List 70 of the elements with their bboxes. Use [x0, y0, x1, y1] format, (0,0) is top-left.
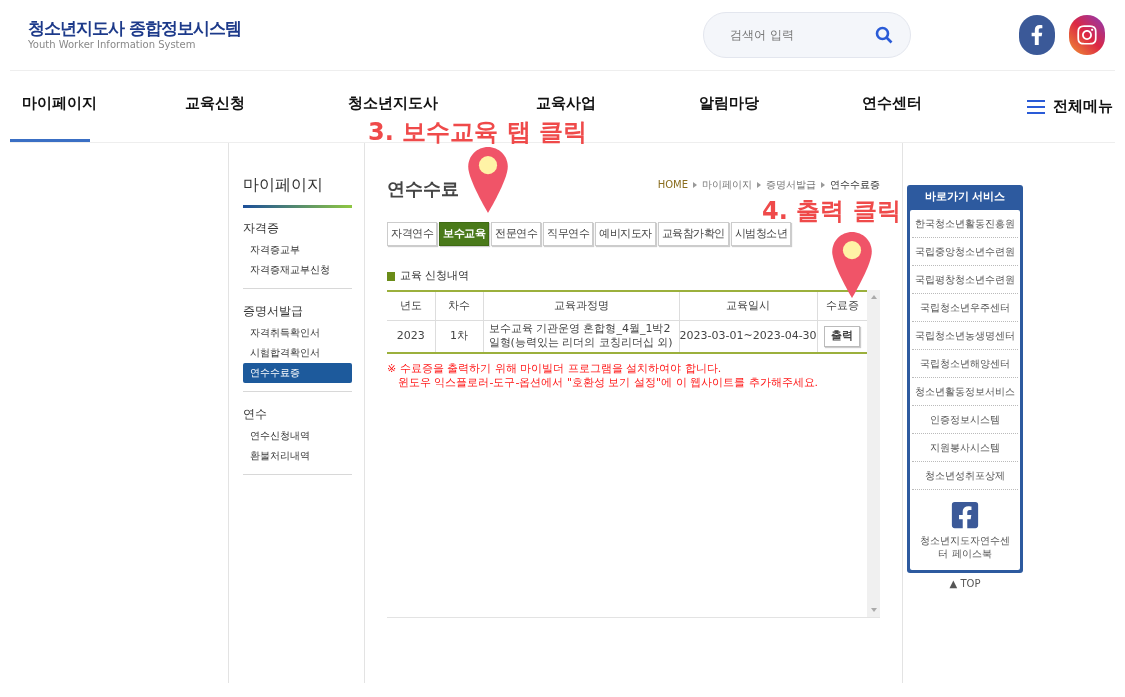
site-logo-subtitle: Youth Worker Information System [28, 39, 197, 52]
sidebar-group-label: 증명서발급 [243, 303, 304, 320]
nav-menu-item[interactable]: 청소년지도사 [342, 93, 444, 113]
sidebar-item[interactable]: 연수신청내역 [243, 426, 352, 446]
breadcrumb-link[interactable]: 증명서발급 [766, 177, 816, 192]
quick-menu-link[interactable]: 한국청소년활동진흥원 [915, 215, 1015, 231]
sidebar-item[interactable]: 연수수료증 [243, 363, 352, 383]
notice-text: 윈도우 익스플로러-도구-옵션에서 "호환성 보기 설정"에 이 웹사이트를 추가해주세요. [397, 375, 820, 390]
category-tab[interactable]: 보수교육 [439, 222, 489, 246]
category-tab[interactable]: 자격연수 [387, 222, 437, 246]
facebook-icon[interactable] [1019, 15, 1055, 55]
sidebar-item[interactable]: 자격취득확인서 [243, 323, 352, 343]
category-tab[interactable]: 전문연수 [491, 222, 541, 246]
category-tab[interactable]: 교육참가확인 [657, 222, 729, 246]
nav-menu-item[interactable]: 연수센터 [856, 93, 928, 113]
print-button[interactable]: 출력 [824, 326, 861, 347]
nav-menu-item[interactable]: 마이페이지 [16, 93, 103, 113]
nav-menu-item[interactable]: 교육신청 [179, 93, 251, 113]
breadcrumb-link[interactable]: 연수수료증 [830, 177, 880, 192]
column-header: 교육일시 [679, 290, 818, 321]
category-tab[interactable]: 예비지도자 [595, 222, 656, 246]
menu-icon[interactable] [1027, 98, 1045, 115]
sidebar-item[interactable]: 자격증재교부신청 [243, 260, 352, 280]
nav-menu-item[interactable]: 교육사업 [530, 93, 602, 113]
table-cell: 2023-03-01~2023-04-30 [679, 320, 818, 353]
table-cell: 2023 [387, 320, 435, 353]
quick-menu-link[interactable]: 국립청소년우주센터 [920, 299, 1010, 315]
column-header: 년도 [387, 290, 435, 321]
sidebar-title: 마이페이지 [243, 174, 324, 196]
all-menu-link[interactable]: 전체메뉴 [1053, 95, 1113, 118]
breadcrumb-separator-icon [757, 181, 761, 188]
sidebar-item[interactable]: 자격증교부 [243, 240, 352, 260]
breadcrumb-separator-icon [821, 181, 825, 188]
quick-menu-link[interactable]: 국립중앙청소년수련원 [915, 243, 1015, 259]
breadcrumb-link[interactable]: 마이페이지 [702, 177, 752, 192]
page-title: 연수수료 [387, 177, 459, 201]
column-header: 차수 [435, 290, 483, 321]
breadcrumb-separator-icon [693, 181, 697, 188]
column-header: 수료증 [817, 290, 868, 321]
quick-menu-link[interactable]: 인증정보시스템 [930, 411, 1000, 427]
search-icon[interactable] [875, 26, 893, 44]
category-tab[interactable]: 시범청소년 [730, 222, 791, 246]
search-field[interactable]: 검색어 입력 [703, 12, 911, 58]
breadcrumb-link[interactable]: HOME [657, 177, 688, 192]
sidebar-item[interactable]: 시험합격확인서 [243, 343, 352, 363]
quick-menu-link[interactable]: 청소년활동정보서비스 [915, 383, 1015, 399]
site-logo-title[interactable]: 청소년지도사 종합정보시스템 [28, 18, 241, 40]
sidebar-item[interactable]: 환불처리내역 [243, 446, 352, 466]
instagram-icon[interactable] [1069, 15, 1105, 55]
quick-menu-title: 바로가기 서비스 [923, 189, 1007, 205]
top-link[interactable]: ▲ TOP [949, 575, 981, 591]
instruction-annotation: 3. 보수교육 탭 클릭 [368, 117, 587, 148]
quick-menu-link[interactable]: 청소년성취포상제 [925, 467, 1005, 483]
nav-menu-item[interactable]: 알림마당 [693, 93, 765, 113]
section-title: 교육 신청내역 [400, 268, 470, 284]
quick-menu-link[interactable]: 지원봉사시스템 [930, 439, 1000, 455]
notice-text: ※ 수료증을 출력하기 위해 마이빌더 프로그램을 설치하여야 합니다. [387, 361, 723, 376]
category-tab[interactable]: 직무연수 [543, 222, 593, 246]
map-pin-icon [832, 232, 872, 298]
facebook-icon[interactable] [950, 499, 980, 530]
column-header: 교육과정명 [483, 290, 680, 321]
sidebar-group-label: 연수 [243, 406, 268, 423]
table-cell: 1차 [435, 320, 483, 353]
table-cell: 보수교육 기관운영 혼합형_4월_1박2일형(능력있는 리더의 코칭리더십 외) [483, 320, 680, 353]
sidebar-group-label: 자격증 [243, 220, 280, 237]
map-pin-icon [468, 147, 508, 213]
quick-menu-link[interactable]: 국립평창청소년수련원 [915, 271, 1015, 287]
quick-menu-link[interactable]: 국립청소년농생명센터 [915, 327, 1015, 343]
quick-menu-link[interactable]: 청소년지도자연수센터 페이스북 [912, 533, 1018, 560]
quick-menu-link[interactable]: 국립청소년해양센터 [920, 355, 1010, 371]
